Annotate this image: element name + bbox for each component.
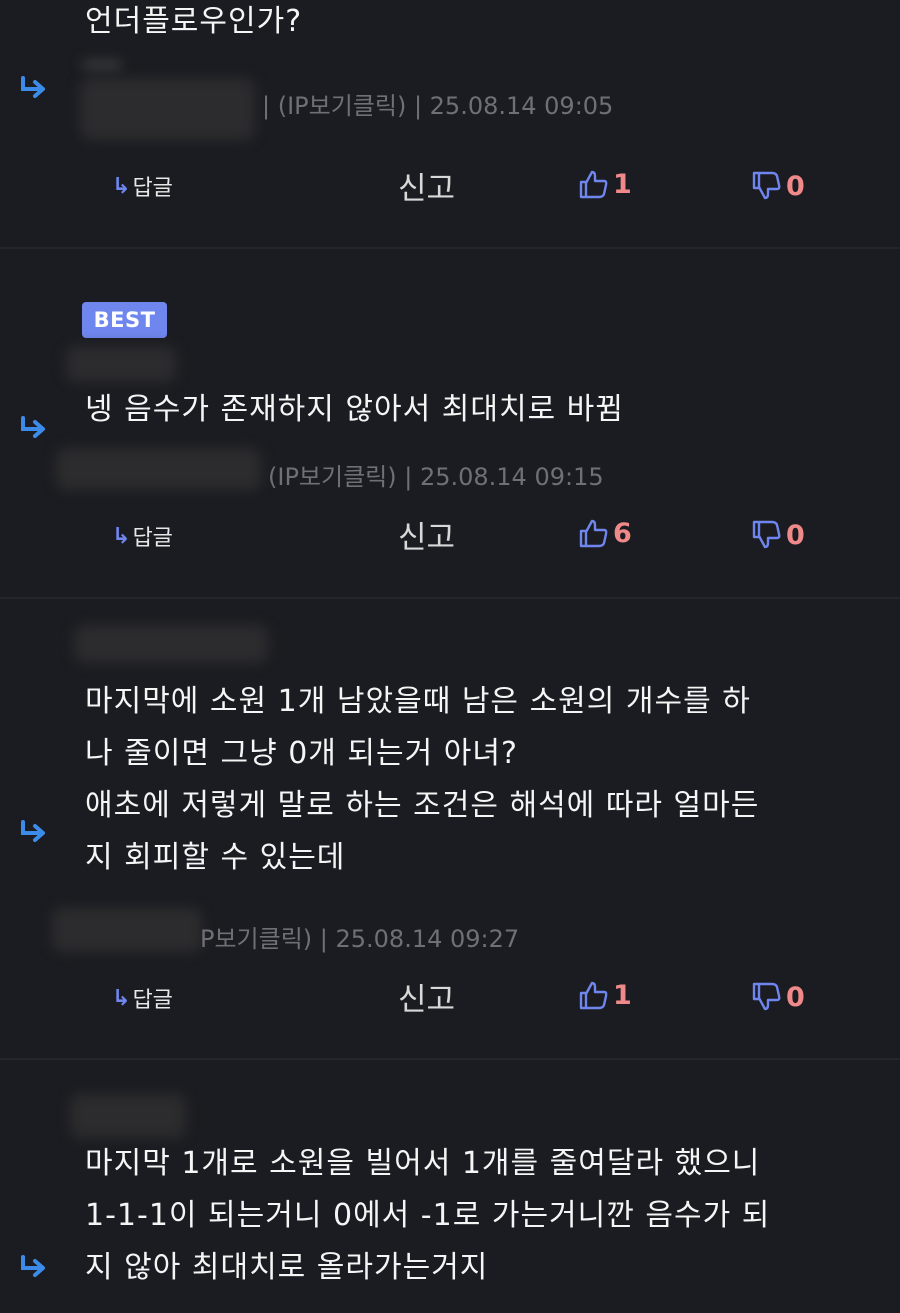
comment-text: 마지막 1개로 소원을 빌어서 1개를 줄여달라 했으니 1-1-1이 되는거니… bbox=[85, 1146, 771, 1285]
reply-button[interactable]: ↳ 답글 bbox=[112, 170, 173, 202]
dislike-button[interactable]: 0 bbox=[750, 519, 805, 551]
reply-arrow-icon bbox=[21, 820, 45, 842]
dislike-count: 0 bbox=[786, 981, 805, 1013]
like-button[interactable]: 1 bbox=[577, 168, 632, 200]
redacted-username bbox=[66, 346, 176, 382]
reply-small-arrow-icon: ↳ bbox=[112, 173, 131, 199]
like-button[interactable]: 6 bbox=[577, 517, 632, 549]
report-button[interactable]: 신고 bbox=[398, 163, 455, 208]
redacted-username bbox=[80, 78, 255, 140]
comment-meta[interactable]: | (IP보기클릭) | 25.08.14 09:05 bbox=[262, 86, 613, 121]
redacted-username bbox=[82, 60, 122, 70]
reply-label: 답글 bbox=[132, 176, 173, 201]
reply-arrow-icon bbox=[21, 76, 45, 98]
dislike-button[interactable]: 0 bbox=[750, 170, 805, 202]
report-button[interactable]: 신고 bbox=[398, 974, 455, 1019]
reply-arrow-icon bbox=[21, 416, 45, 438]
comment-divider bbox=[0, 247, 900, 249]
comment-text: 언더플로우인가? bbox=[85, 4, 303, 39]
reply-arrow-icon bbox=[21, 1255, 45, 1277]
reply-button[interactable]: ↳ 답글 bbox=[112, 982, 173, 1014]
like-button[interactable]: 1 bbox=[577, 979, 632, 1011]
reply-label: 답글 bbox=[132, 526, 173, 551]
thumbs-down-icon bbox=[752, 982, 781, 1011]
redacted-username bbox=[70, 1094, 186, 1138]
like-count: 6 bbox=[613, 517, 632, 549]
reply-button[interactable]: ↳ 답글 bbox=[112, 520, 173, 552]
comment-divider bbox=[0, 1058, 900, 1060]
comment-text: 마지막에 소원 1개 남았을때 남은 소원의 개수를 하 나 줄이면 그냥 0개… bbox=[85, 684, 760, 875]
best-badge: BEST bbox=[82, 302, 167, 338]
comment-text: 넹 음수가 존재하지 않아서 최대치로 바뀜 bbox=[85, 392, 624, 427]
thumbs-down-icon bbox=[752, 171, 781, 200]
thumbs-up-icon bbox=[579, 981, 608, 1010]
reply-small-arrow-icon: ↳ bbox=[112, 523, 131, 549]
thumbs-up-icon bbox=[579, 519, 608, 548]
dislike-count: 0 bbox=[786, 170, 805, 202]
thumbs-up-icon bbox=[579, 170, 608, 199]
redacted-username bbox=[56, 448, 261, 490]
like-count: 1 bbox=[613, 979, 632, 1011]
reply-label: 답글 bbox=[132, 988, 173, 1013]
dislike-button[interactable]: 0 bbox=[750, 981, 805, 1013]
comment-meta[interactable]: P보기클릭) | 25.08.14 09:27 bbox=[200, 919, 519, 954]
redacted-username bbox=[74, 625, 268, 663]
redacted-username bbox=[52, 908, 202, 952]
reply-small-arrow-icon: ↳ bbox=[112, 985, 131, 1011]
like-count: 1 bbox=[613, 168, 632, 200]
comment-divider bbox=[0, 597, 900, 599]
comment-meta[interactable]: (IP보기클릭) | 25.08.14 09:15 bbox=[268, 457, 604, 492]
dislike-count: 0 bbox=[786, 519, 805, 551]
report-button[interactable]: 신고 bbox=[398, 512, 455, 557]
thumbs-down-icon bbox=[752, 520, 781, 549]
